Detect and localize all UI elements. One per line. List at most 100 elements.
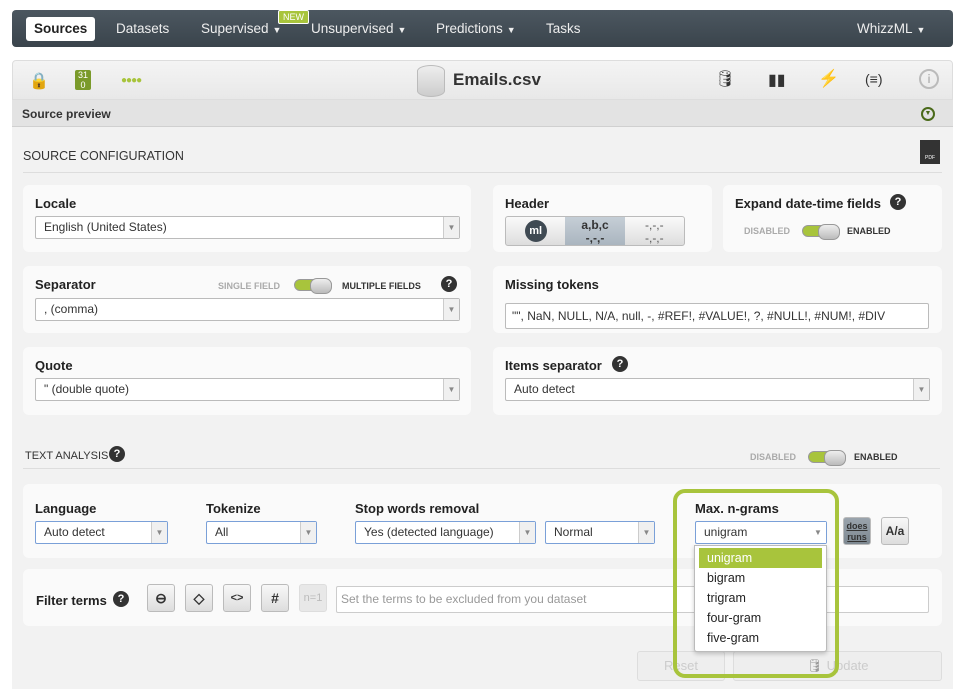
separator-select[interactable]: , (comma) ▼ [35, 298, 460, 321]
ngram-option[interactable]: trigram [699, 588, 822, 608]
missing-label: Missing tokens [505, 277, 599, 292]
separator-label: Separator [35, 277, 96, 292]
help-icon[interactable]: ? [441, 276, 457, 292]
toggle-on-label: MULTIPLE FIELDS [342, 281, 421, 291]
source-preview-bar[interactable]: Source preview ▼ [12, 100, 953, 127]
items-sep-select[interactable]: Auto detect ▼ [505, 378, 930, 401]
separator-toggle[interactable] [294, 278, 332, 294]
chevron-down-icon: ▼ [443, 379, 459, 400]
header-toggle-group: ml a,b,c -,-,- -,-,- -,-,- [505, 216, 685, 246]
nav-label: WhizzML [857, 21, 913, 36]
locale-label: Locale [35, 196, 77, 211]
select-value: Normal [554, 525, 593, 539]
chevron-down-icon: ▼ [638, 522, 654, 543]
caret-down-icon: ▼ [272, 25, 282, 35]
caret-down-icon: ▼ [397, 25, 407, 35]
ngrams-dropdown: unigram bigram trigram four-gram five-gr… [694, 545, 827, 652]
field-types-icon[interactable]: 31 0 [75, 70, 91, 90]
help-icon[interactable]: ? [890, 194, 906, 210]
chevron-down-icon: ▼ [443, 299, 459, 320]
section-title: SOURCE CONFIGURATION [23, 149, 184, 163]
stem-label: does [846, 521, 868, 531]
new-badge: NEW [278, 10, 309, 24]
chevron-down-icon: ▼ [913, 379, 929, 400]
expand-toggle[interactable] [802, 224, 840, 240]
header-yes-option[interactable]: a,b,c -,-,- [565, 217, 625, 245]
html-filter-icon[interactable]: <> [223, 584, 251, 612]
nav-label: Supervised [201, 21, 269, 36]
chevron-down-icon: ▼ [300, 522, 316, 543]
tokenize-label: Tokenize [206, 501, 261, 516]
info-icon[interactable]: i [919, 69, 939, 89]
toolbar: 🔒 31 0 ●●●● Emails.csv 🛢 ▮▮ ⚡ (≡) i [12, 60, 953, 100]
stop-words-select[interactable]: Yes (detected language) ▼ [355, 521, 536, 544]
divider [23, 172, 942, 173]
header-auto-option[interactable]: ml [506, 217, 565, 245]
language-label: Language [35, 501, 97, 516]
locale-panel: Locale English (United States) ▼ [23, 185, 471, 252]
top-nav: Sources Datasets Supervised ▼ Unsupervise… [12, 10, 953, 47]
nav-unsupervised[interactable]: Unsupervised ▼ [311, 10, 406, 47]
toggle-off-label: DISABLED [744, 226, 791, 236]
source-preview-label: Source preview [22, 107, 111, 121]
nav-predictions[interactable]: Predictions ▼ [436, 10, 516, 47]
help-icon[interactable]: ? [109, 446, 125, 462]
nav-label: Predictions [436, 21, 503, 36]
toggle-off-label: DISABLED [750, 452, 797, 462]
ml-logo-icon: ml [524, 220, 547, 242]
tokenize-select[interactable]: All ▼ [206, 521, 317, 544]
missing-tokens-input[interactable]: "", NaN, NULL, N/A, null, -, #REF!, #VAL… [505, 303, 929, 329]
nav-label: Unsupervised [311, 21, 394, 36]
quote-select[interactable]: " (double quote) ▼ [35, 378, 460, 401]
ngram-option[interactable]: five-gram [699, 628, 822, 648]
toggle-on-label: ENABLED [854, 452, 898, 462]
case-sensitive-button[interactable]: A/a [881, 517, 909, 545]
non-dictionary-filter-icon[interactable]: ◇ [185, 584, 213, 612]
chevron-down-icon: ▼ [443, 217, 459, 238]
chevron-down-icon: ▼ [519, 522, 535, 543]
header-panel: Header ml a,b,c -,-,- -,-,- -,-,- [493, 185, 712, 252]
separator-panel: Separator SINGLE FIELD MULTIPLE FIELDS ?… [23, 266, 471, 333]
nav-whizzml[interactable]: WhizzML ▼ [857, 10, 925, 47]
select-value: English (United States) [44, 220, 167, 234]
ngram-option[interactable]: unigram [699, 548, 822, 568]
one-click-icon[interactable]: ⚡ [818, 69, 839, 89]
dataset-configure-icon[interactable]: 🛢 [715, 69, 735, 89]
select-value: Auto detect [44, 525, 105, 539]
filter-terms-input[interactable]: Set the terms to be excluded from you da… [336, 586, 929, 613]
database-icon [417, 65, 445, 97]
help-icon[interactable]: ? [113, 591, 129, 607]
select-value: , (comma) [44, 302, 98, 316]
ngram-option[interactable]: four-gram [699, 608, 822, 628]
progress-dots-icon: ●●●● [121, 75, 142, 86]
chart-configure-icon[interactable]: ▮▮ [768, 70, 786, 90]
formula-icon[interactable]: (≡) [865, 71, 883, 87]
lock-icon[interactable]: 🔒 [29, 71, 49, 91]
divider [23, 468, 940, 469]
items-sep-panel: Items separator ? Auto detect ▼ [493, 347, 942, 415]
ngram-option[interactable]: bigram [699, 568, 822, 588]
language-select[interactable]: Auto detect ▼ [35, 521, 168, 544]
numeric-filter-icon[interactable]: # [261, 584, 289, 612]
stopwords-filter-icon[interactable]: ⊖ [147, 584, 175, 612]
text-analysis-title: TEXT ANALYSIS [25, 450, 109, 462]
expand-icon[interactable]: ▼ [921, 107, 935, 121]
stop-words-level-select[interactable]: Normal ▼ [545, 521, 655, 544]
nav-sources[interactable]: Sources [26, 17, 96, 41]
nav-tasks[interactable]: Tasks [546, 10, 581, 47]
text-analysis-toggle[interactable] [808, 450, 846, 466]
option-sub: -,-,- [644, 231, 664, 245]
ngram-filter-button[interactable]: n=1 [299, 584, 327, 612]
pdf-icon[interactable]: PDF [920, 140, 940, 164]
quote-panel: Quote " (double quote) ▼ [23, 347, 471, 415]
header-no-option[interactable]: -,-,- -,-,- [625, 217, 684, 245]
select-value: " (double quote) [44, 382, 129, 396]
stem-label: runs [847, 532, 867, 542]
filter-label: Filter terms [36, 593, 107, 608]
nav-datasets[interactable]: Datasets [116, 10, 169, 47]
expand-label: Expand date-time fields [735, 196, 881, 211]
stemming-button[interactable]: does runs [843, 517, 871, 545]
help-icon[interactable]: ? [612, 356, 628, 372]
locale-select[interactable]: English (United States) ▼ [35, 216, 460, 239]
nav-supervised[interactable]: Supervised ▼ [201, 10, 281, 47]
